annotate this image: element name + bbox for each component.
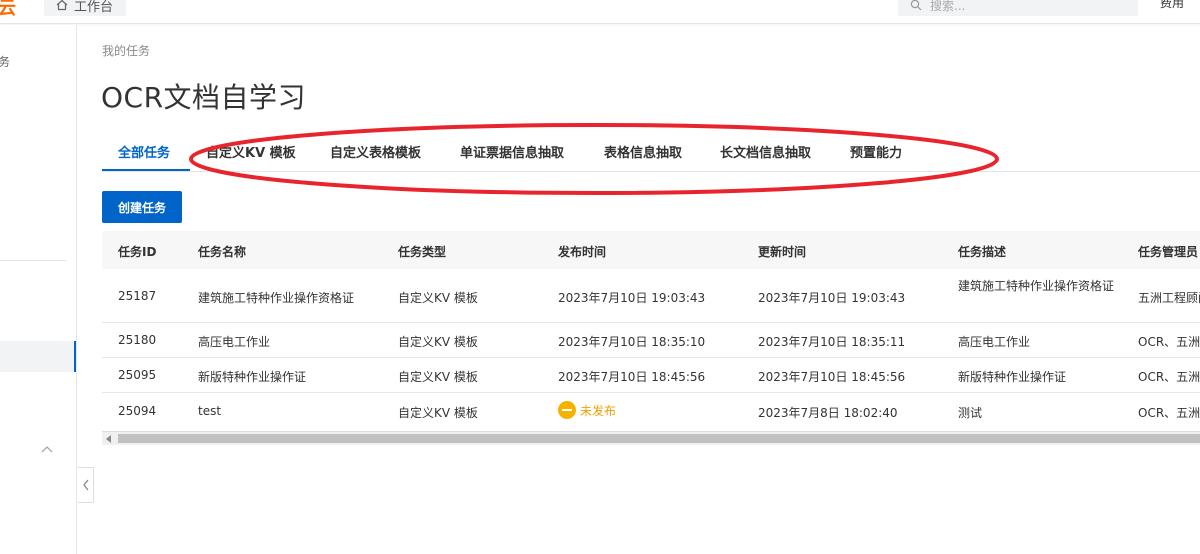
cell-type: 自定义KV 模板 [398, 335, 478, 349]
tab-all-tasks[interactable]: 全部任务 [118, 142, 170, 161]
cell-updated: 2023年7月10日 19:03:43 [758, 291, 906, 305]
sidebar-item-active[interactable] [0, 341, 76, 372]
status-label: 未发布 [580, 403, 617, 418]
workbench-label: 工作台 [74, 0, 114, 15]
scrollbar-thumb[interactable] [118, 434, 1200, 443]
page-title: OCR文档自学习 [101, 81, 307, 114]
sidebar: 务 [0, 25, 77, 554]
cell-published: 2023年7月10日 19:03:43 [558, 291, 706, 305]
cell-description: 新版特种作业操作证 [958, 370, 1067, 384]
cell-description: 高压电工作业 [958, 335, 1031, 349]
home-icon [56, 0, 68, 11]
workbench-button[interactable]: 工作台 [44, 0, 126, 16]
cell-published-status: 未发布 [558, 401, 616, 419]
tab-preset-capabilities[interactable]: 预置能力 [850, 142, 902, 161]
column-header-type: 任务类型 [398, 245, 447, 259]
cell-admin: OCR、五洲工 [1138, 370, 1200, 384]
cell-id: 25187 [118, 289, 157, 303]
cell-description: 测试 [958, 406, 983, 420]
tab-table-extraction[interactable]: 表格信息抽取 [604, 142, 682, 161]
unpublished-status-icon [558, 401, 576, 419]
cell-description: 建筑施工特种作业操作资格证 [958, 279, 1115, 293]
table-row[interactable]: 25095 新版特种作业操作证 自定义KV 模板 2023年7月10日 18:4… [102, 358, 1200, 393]
table-row[interactable]: 25180 高压电工作业 自定义KV 模板 2023年7月10日 18:35:1… [102, 323, 1200, 358]
cell-type: 自定义KV 模板 [398, 406, 478, 420]
create-task-button[interactable]: 创建任务 [102, 191, 182, 223]
active-tab-underline [102, 169, 190, 171]
cell-published: 2023年7月10日 18:35:10 [558, 335, 706, 349]
search-placeholder: 搜索... [930, 0, 966, 13]
cell-updated: 2023年7月10日 18:35:11 [758, 335, 906, 349]
tab-document-extraction[interactable]: 单证票据信息抽取 [460, 142, 564, 161]
breadcrumb[interactable]: 我的任务 [102, 42, 150, 59]
cell-name[interactable]: 高压电工作业 [198, 333, 270, 350]
column-header-updated: 更新时间 [758, 245, 807, 259]
tab-long-document-extraction[interactable]: 长文档信息抽取 [720, 142, 811, 161]
cell-name[interactable]: 建筑施工特种作业操作资格证 [198, 289, 354, 306]
task-tabs: 全部任务 自定义KV 模板 自定义表格模板 单证票据信息抽取 表格信息抽取 长文… [102, 134, 1200, 172]
table-row[interactable]: 25187 建筑施工特种作业操作资格证 自定义KV 模板 2023年7月10日 … [102, 269, 1200, 323]
tab-custom-table-template[interactable]: 自定义表格模板 [330, 142, 421, 161]
chevron-up-icon[interactable] [40, 443, 54, 457]
search-icon [910, 0, 922, 11]
cell-type: 自定义KV 模板 [398, 370, 478, 384]
cell-updated: 2023年7月8日 18:02:40 [758, 406, 898, 420]
table-header: 任务ID 任务名称 任务类型 发布时间 更新时间 任务描述 任务管理员 [102, 231, 1200, 269]
sidebar-divider [0, 260, 66, 261]
cell-updated: 2023年7月10日 18:45:56 [758, 370, 906, 384]
cell-published: 2023年7月10日 18:45:56 [558, 370, 706, 384]
cell-admin: OCR、五洲工 [1138, 406, 1200, 420]
cell-name[interactable]: 新版特种作业操作证 [198, 368, 306, 385]
column-header-published: 发布时间 [558, 245, 607, 259]
column-header-admin: 任务管理员 [1138, 245, 1199, 259]
search-input[interactable]: 搜索... [898, 0, 1138, 16]
cell-admin: 五洲工程顾问 [1138, 291, 1200, 305]
table-row[interactable]: 25094 test 自定义KV 模板 未发布 2023年7月8日 18:02:… [102, 393, 1200, 429]
cell-name[interactable]: test [198, 404, 221, 418]
logo[interactable]: 云 [0, 0, 16, 20]
cell-id: 25094 [118, 404, 157, 418]
chevron-left-icon [82, 479, 89, 491]
tab-custom-kv-template[interactable]: 自定义KV 模板 [206, 142, 296, 161]
column-header-name: 任务名称 [198, 245, 247, 259]
column-header-description: 任务描述 [958, 245, 1007, 259]
sidebar-item-label[interactable]: 务 [0, 53, 10, 70]
cell-admin: OCR、五洲工 [1138, 335, 1200, 349]
column-header-id: 任务ID [118, 245, 157, 259]
horizontal-scrollbar[interactable] [102, 431, 1200, 445]
sidebar-collapse-handle[interactable] [78, 467, 94, 503]
top-bar: 云 工作台 搜索... 费用 [0, 0, 1200, 24]
fee-link[interactable]: 费用 [1160, 0, 1184, 11]
task-table: 任务ID 任务名称 任务类型 发布时间 更新时间 任务描述 任务管理员 2518… [102, 231, 1200, 429]
cell-id: 25095 [118, 368, 157, 382]
scroll-left-arrow-icon[interactable] [106, 435, 111, 443]
cell-id: 25180 [118, 333, 157, 347]
cell-type: 自定义KV 模板 [398, 291, 478, 305]
